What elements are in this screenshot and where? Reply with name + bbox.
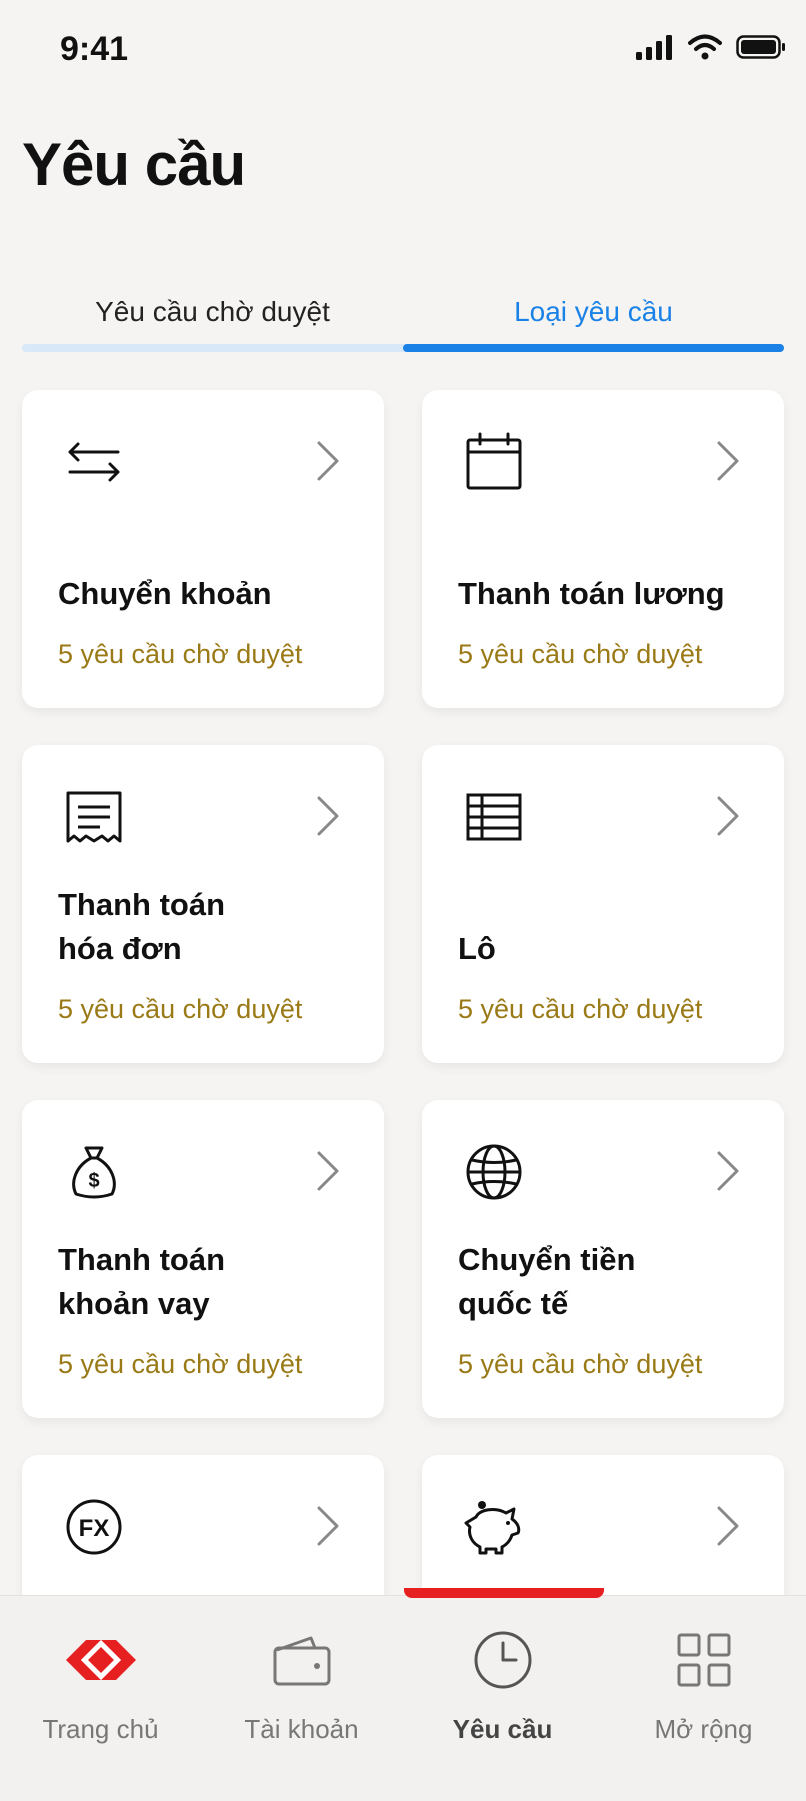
card-title: Lô [458, 931, 496, 966]
nav-label: Tài khoản [244, 1714, 359, 1744]
card-title: Chuyển tiền quốc tế [458, 1238, 764, 1326]
card-subtitle: 5 yêu cầu chờ duyệt [58, 994, 303, 1024]
card-subtitle: 5 yêu cầu chờ duyệt [58, 1349, 303, 1379]
battery-icon [736, 35, 785, 59]
tab-active-indicator [403, 344, 784, 352]
card-transfer[interactable]: Chuyển khoản 5 yêu cầu chờ duyệt [22, 390, 384, 708]
card-title: Chuyển khoản [58, 576, 272, 611]
chevron-right-icon [717, 441, 739, 481]
card-title-line2: khoản vay [58, 1286, 210, 1321]
status-bar: 9:41 [0, 0, 806, 100]
chevron-right-icon [317, 1506, 339, 1546]
fx-icon: FX [66, 1499, 122, 1555]
money-bag-icon: $ [72, 1146, 116, 1199]
wifi-icon [688, 34, 722, 60]
status-time: 9:41 [60, 30, 129, 68]
card-title-line2: hóa đơn [58, 931, 182, 966]
card-bill-payment[interactable]: Thanh toán hóa đơn 5 yêu cầu chờ duyệt [22, 745, 384, 1063]
nav-item-requests[interactable]: Yêu cầu [402, 1596, 603, 1801]
nav-label: Yêu cầu [452, 1714, 553, 1744]
card-title: Thanh toán hóa đơn [58, 883, 364, 971]
card-title-line2: quốc tế [458, 1286, 569, 1321]
bottom-nav: Trang chủ Tài khoản Yêu cầu Mở rộng [0, 1588, 806, 1801]
card-title: Thanh toán khoản vay [58, 1238, 364, 1326]
card-title-line1: Chuyển tiền [458, 1242, 636, 1277]
nav-label: Trang chủ [42, 1714, 159, 1744]
svg-text:$: $ [88, 1170, 99, 1192]
grid-icon [669, 1628, 739, 1692]
piggy-bank-icon [464, 1501, 521, 1555]
chevron-right-icon [717, 1151, 739, 1191]
wallet-icon [267, 1628, 337, 1692]
segmented-tabs: Yêu cầu chờ duyệt Loại yêu cầu [22, 280, 784, 354]
card-subtitle: 5 yêu cầu chờ duyệt [58, 639, 303, 669]
chevron-right-icon [317, 441, 339, 481]
chevron-right-icon [717, 1506, 739, 1546]
chevron-right-icon [317, 796, 339, 836]
nav-item-home[interactable]: Trang chủ [0, 1596, 201, 1801]
card-batch[interactable]: Lô 5 yêu cầu chờ duyệt [422, 745, 784, 1063]
card-payroll[interactable]: Thanh toán lương 5 yêu cầu chờ duyệt [422, 390, 784, 708]
page-title: Yêu cầu [22, 131, 246, 198]
clock-icon [468, 1628, 538, 1692]
card-subtitle: 5 yêu cầu chờ duyệt [458, 994, 703, 1024]
card-subtitle: 5 yêu cầu chờ duyệt [458, 1349, 703, 1379]
nav-item-more[interactable]: Mở rộng [603, 1596, 804, 1801]
receipt-icon [66, 791, 122, 843]
signal-icon [636, 35, 672, 60]
tab-request-types[interactable]: Loại yêu cầu [403, 280, 784, 344]
card-title-line1: Thanh toán [58, 887, 226, 922]
chevron-right-icon [317, 1151, 339, 1191]
card-subtitle: 5 yêu cầu chờ duyệt [458, 639, 703, 669]
svg-text:FX: FX [79, 1515, 110, 1542]
table-icon [466, 793, 522, 841]
chevron-right-icon [717, 796, 739, 836]
tab-pending-requests[interactable]: Yêu cầu chờ duyệt [22, 280, 403, 344]
globe-icon [466, 1144, 522, 1200]
status-icons [636, 34, 786, 60]
nav-label: Mở rộng [654, 1714, 753, 1744]
card-title: Thanh toán lương [458, 576, 725, 611]
card-title-line1: Thanh toán [58, 1242, 226, 1277]
card-loan-payment[interactable]: $ Thanh toán khoản vay 5 yêu cầu chờ duyệ… [22, 1100, 384, 1418]
card-international-transfer[interactable]: Chuyển tiền quốc tế 5 yêu cầu chờ duyệt [422, 1100, 784, 1418]
nav-item-accounts[interactable]: Tài khoản [201, 1596, 402, 1801]
transfer-arrows-icon [68, 442, 120, 482]
calendar-icon [466, 432, 522, 490]
home-logo-icon [65, 1628, 136, 1692]
